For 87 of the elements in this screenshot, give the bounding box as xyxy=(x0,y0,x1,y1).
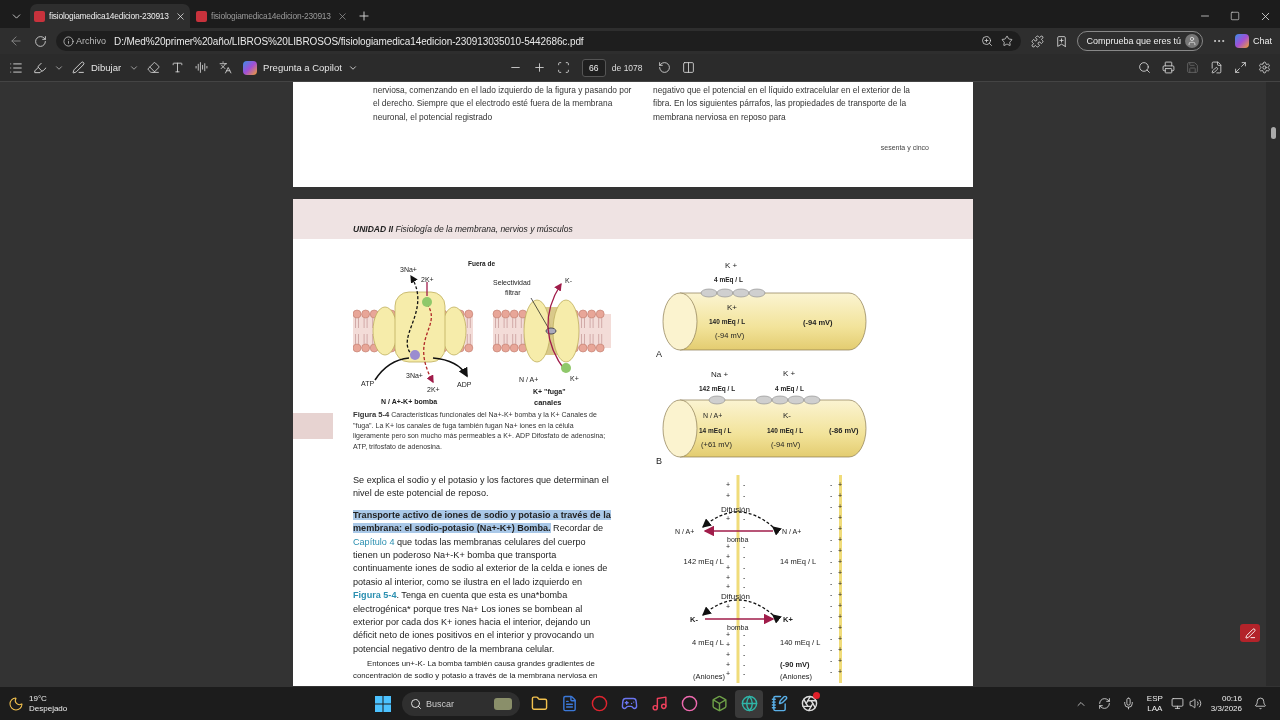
close-icon[interactable] xyxy=(337,10,348,22)
page-count: de 1078 xyxy=(611,62,643,73)
favorite-icon[interactable] xyxy=(1001,35,1014,47)
favorites-icon[interactable] xyxy=(1054,34,1068,48)
start-icon xyxy=(375,695,391,712)
fit-page-icon[interactable] xyxy=(557,61,571,74)
ion-label: K- xyxy=(783,411,791,420)
body-text: Se explica el sodio y el potasio y los factores que determinan el nivel de este potencial de reposo. xyxy=(353,474,610,501)
save-as-icon[interactable] xyxy=(1209,61,1223,74)
search-icon[interactable] xyxy=(1137,61,1151,74)
panel-label: B xyxy=(656,456,662,466)
ion-label: K + xyxy=(725,261,738,270)
panel-label: A xyxy=(656,349,662,359)
pdf-file-icon xyxy=(196,10,207,22)
read-aloud-icon[interactable] xyxy=(194,61,208,74)
page-view-icon[interactable] xyxy=(682,61,696,74)
browser-icon xyxy=(740,695,758,712)
zoom-in-icon[interactable] xyxy=(533,61,547,74)
chapter-link[interactable]: Capítulo 4 xyxy=(353,536,395,547)
body-text: negativo que el potencial en el líquido extracelular en el exterior de la fibra. En los siguientes párrafos, las propiedades de transporte de la membrana nerviosa en reposo para xyxy=(653,84,911,124)
ion-label: Na + xyxy=(711,370,729,379)
contents-icon[interactable] xyxy=(9,60,23,75)
fullscreen-icon[interactable] xyxy=(1233,61,1247,74)
chat-button[interactable]: Chat xyxy=(1231,34,1276,48)
eraser-icon[interactable] xyxy=(146,61,160,74)
url-text: D:/Med%20primer%20año/LIBROS%20LIBROSOS/fisiologiamedica14edicion-230913035010-5442686c.pdf xyxy=(114,35,585,47)
copilot-button[interactable]: Pregunta a Copilot xyxy=(237,56,364,79)
body-text: nerviosa, comenzando en el lado izquierdo de la figura y pasando por el derecho. Siempre que el electrodo esté fuera de la membrana neuronal, el potencial registrado xyxy=(373,84,633,124)
text-box-icon[interactable] xyxy=(170,61,184,74)
aperture-icon xyxy=(800,695,818,712)
back-icon[interactable] xyxy=(9,34,23,48)
notifications-icon[interactable] xyxy=(1253,697,1267,710)
ion-label: K + xyxy=(783,369,796,378)
sync-icon[interactable] xyxy=(1098,697,1112,710)
weather-description: Despejado xyxy=(29,703,68,714)
folder-icon xyxy=(530,695,548,712)
extensions-icon[interactable] xyxy=(1030,34,1044,48)
notepad-icon xyxy=(770,695,788,712)
browser-tab[interactable]: fisiologiamedica14edicion-230913 xyxy=(30,4,190,28)
scheme-label: Archivo xyxy=(76,36,106,46)
moon-icon xyxy=(8,695,24,712)
taskbar-search-field[interactable]: Buscar xyxy=(402,691,520,716)
acrobat-button[interactable] xyxy=(1240,624,1260,642)
avatar-icon xyxy=(1185,34,1199,48)
body-text: Transporte activo de iones de sodio y potasio a través de la membrana: el sodio-potasio (Na+-K+) Bomba. Recordar de Capítulo 4 que todas las membranas celulares del cuerpo tienen un poderoso Na+-K+ bomba que transporta continuamente iones de sodio al exterior de la celda e iones de potasio al interior, como se ilustra en el lado izquierdo en Figura 5-4. Tenga en cuenta que esta es una*bomba electrogénica* porque tres Na+ Los iones se bombean al exterior por cada dos K+ iones hacia el interior, dejando un déficit neto de iones positivos en el interior y provocando un potencial negativo dentro de la membrana celular. xyxy=(353,508,611,656)
gamepad-icon xyxy=(620,695,638,712)
new-tab-icon[interactable] xyxy=(357,9,371,23)
circle-icon xyxy=(680,695,698,712)
copilot-icon xyxy=(1235,34,1249,48)
language-indicator[interactable]: ESP LAA xyxy=(1146,693,1163,714)
translate-icon[interactable] xyxy=(218,61,232,74)
search-icon xyxy=(410,697,422,710)
scrollbar[interactable] xyxy=(1266,82,1280,686)
highlight-icon[interactable] xyxy=(33,60,47,75)
pdf-file-icon xyxy=(34,10,45,22)
rotate-icon[interactable] xyxy=(658,61,672,74)
zoom-icon[interactable] xyxy=(981,35,994,47)
page-number-field[interactable]: 66 xyxy=(581,58,606,77)
volume-icon[interactable] xyxy=(1189,697,1203,710)
refresh-icon[interactable] xyxy=(33,34,47,48)
close-icon[interactable] xyxy=(175,10,186,22)
browser-tab[interactable]: fisiologiamedica14edicion-230913 xyxy=(192,4,352,28)
ring-icon xyxy=(590,695,608,712)
running-head: UNIDAD II Fisiología de la membrana, nervios y músculos xyxy=(353,224,573,234)
pen-icon xyxy=(72,61,85,74)
ion-label: K+ xyxy=(727,303,737,312)
cube-icon xyxy=(710,695,728,712)
print-icon[interactable] xyxy=(1161,61,1175,74)
microphone-icon[interactable] xyxy=(1122,697,1136,710)
settings-icon[interactable] xyxy=(1257,61,1271,74)
notification-badge xyxy=(813,691,820,699)
network-icon[interactable] xyxy=(1171,697,1185,710)
music-note-icon xyxy=(650,695,668,712)
pen-icon xyxy=(1244,627,1256,639)
document-icon xyxy=(560,695,578,712)
address-field[interactable]: Archivo D:/Med%20primer%20año/LIBROS%20LIBROSOS/fisiologiamedica14edicion-230913035010-5442686c.pdf xyxy=(56,31,1022,51)
margin-marker xyxy=(293,413,333,439)
draw-button[interactable]: Dibujar xyxy=(66,56,128,79)
copilot-icon xyxy=(243,60,258,75)
clock[interactable]: 00:16 3/3/2026 xyxy=(1210,693,1242,714)
weather-temperature: 19°C xyxy=(29,693,48,704)
taskbar-app[interactable] xyxy=(735,689,763,718)
info-icon xyxy=(62,35,74,47)
pump-arrow xyxy=(703,525,774,537)
pump-arrow xyxy=(704,613,775,625)
profile-button[interactable]: Comprueba que eres tú xyxy=(1077,31,1203,51)
maximize-icon[interactable] xyxy=(1230,11,1240,21)
